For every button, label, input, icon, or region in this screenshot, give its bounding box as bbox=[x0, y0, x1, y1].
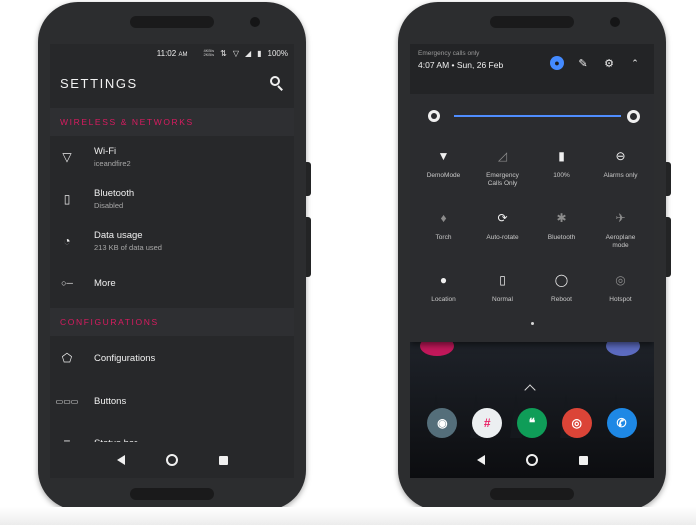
home-icon[interactable] bbox=[165, 454, 178, 466]
right-phone: Emergency calls only 4:07 AM • Sun, 26 F… bbox=[398, 2, 671, 510]
configurations-icon: ⬠ bbox=[61, 351, 73, 365]
net-speed-indicator: 4KB/s 2KB/s bbox=[203, 48, 215, 57]
tile-emergency[interactable]: ◿ Emergency Calls Only bbox=[473, 138, 532, 200]
tile-normal[interactable]: ▯ Normal bbox=[473, 262, 532, 324]
nav-bar bbox=[410, 442, 654, 478]
pref-buttons[interactable]: ▭▭▭ Buttons bbox=[50, 380, 294, 422]
brightness-icon bbox=[428, 110, 440, 122]
bottom-speaker bbox=[130, 488, 214, 500]
back-icon[interactable] bbox=[476, 455, 485, 465]
app-icon-peek-right bbox=[606, 342, 640, 356]
page-dot bbox=[530, 322, 534, 325]
hangouts-app-icon[interactable]: ❝ bbox=[516, 408, 547, 438]
wifi-icon: ▽ bbox=[62, 150, 72, 164]
battery-icon: ▮ bbox=[257, 48, 262, 58]
bottom-speaker bbox=[490, 488, 574, 500]
front-camera bbox=[610, 17, 620, 27]
power-button[interactable] bbox=[306, 162, 311, 196]
chevron-up-icon[interactable]: ⌃ bbox=[628, 56, 642, 70]
stage: 11:02 AM 4KB/s 2KB/s ⇅ ▽ ◢ ▮ 100% SETTIN… bbox=[0, 0, 696, 525]
wifi-icon: ▼ bbox=[437, 149, 450, 163]
tile-location[interactable]: ● Location bbox=[414, 262, 473, 324]
bluetooth-icon: ▯ bbox=[63, 192, 71, 206]
quick-settings-screen: Emergency calls only 4:07 AM • Sun, 26 F… bbox=[410, 44, 654, 478]
qs-tiles: ▼ DemoMode ◿ Emergency Calls Only ▮ 100% ⊖ A… bbox=[410, 138, 654, 324]
section-header-wireless: WIRELESS & NETWORKS bbox=[50, 108, 294, 136]
back-icon[interactable] bbox=[116, 455, 125, 465]
more-icon: ○─ bbox=[61, 278, 73, 288]
airplane-icon: ✈ bbox=[615, 211, 626, 225]
app-drawer-chevron-icon[interactable] bbox=[524, 384, 536, 396]
page-title: SETTINGS bbox=[60, 75, 138, 91]
bluetooth-icon: ✱ bbox=[556, 211, 567, 225]
app-bar: SETTINGS bbox=[50, 62, 294, 104]
quick-settings-panel: Emergency calls only 4:07 AM • Sun, 26 F… bbox=[410, 44, 654, 342]
pref-more[interactable]: ○─ More bbox=[50, 262, 294, 304]
pref-configurations[interactable]: ⬠ Configurations bbox=[50, 336, 294, 380]
slack-app-icon[interactable]: # bbox=[472, 408, 503, 438]
gear-icon[interactable]: ⚙ bbox=[602, 56, 616, 70]
battery-icon: ▮ bbox=[558, 149, 565, 163]
tile-battery[interactable]: ▮ 100% bbox=[532, 138, 591, 200]
power-icon: ◯ bbox=[554, 273, 569, 287]
status-time: 11:02 AM bbox=[156, 48, 188, 58]
brightness-thumb[interactable] bbox=[627, 109, 640, 123]
battery-percent: 100% bbox=[267, 48, 288, 58]
tile-aeroplane[interactable]: ✈ Aeroplane mode bbox=[591, 200, 650, 262]
left-phone: 11:02 AM 4KB/s 2KB/s ⇅ ▽ ◢ ▮ 100% SETTIN… bbox=[38, 2, 311, 510]
pref-wifi[interactable]: ▽ Wi-Fi iceandfire2 bbox=[50, 136, 294, 178]
pref-bluetooth[interactable]: ▯ Bluetooth Disabled bbox=[50, 178, 294, 220]
bottom-fade bbox=[0, 507, 696, 525]
phone-icon: ▯ bbox=[499, 273, 506, 287]
app-icon-peek-left bbox=[420, 342, 454, 356]
tile-demomode[interactable]: ▼ DemoMode bbox=[414, 138, 473, 200]
top-speaker bbox=[490, 16, 574, 28]
buttons-icon: ▭▭▭ bbox=[55, 396, 79, 406]
tile-hotspot[interactable]: ◎ Hotspot bbox=[591, 262, 650, 324]
power-button[interactable] bbox=[666, 162, 671, 196]
signal-off-icon: ◿ bbox=[497, 149, 508, 163]
edit-icon[interactable]: ✎ bbox=[576, 56, 590, 70]
tile-reboot[interactable]: ◯ Reboot bbox=[532, 262, 591, 324]
qs-actions: ● ✎ ⚙ ⌃ bbox=[550, 56, 642, 70]
tile-torch[interactable]: ♦ Torch bbox=[414, 200, 473, 262]
wifi-off-icon: ▽ bbox=[232, 48, 239, 58]
brightness-row bbox=[410, 94, 654, 138]
top-speaker bbox=[130, 16, 214, 28]
data-arrows-icon: ⇅ bbox=[220, 48, 227, 58]
hotspot-icon: ◎ bbox=[615, 273, 626, 287]
recents-icon[interactable] bbox=[578, 455, 588, 465]
nav-bar bbox=[50, 442, 294, 478]
recents-icon[interactable] bbox=[218, 455, 228, 465]
tile-auto-rotate[interactable]: ⟳ Auto-rotate bbox=[473, 200, 532, 262]
pref-data-usage[interactable]: ◔ Data usage 213 KB of data used bbox=[50, 220, 294, 262]
search-icon[interactable] bbox=[270, 76, 284, 91]
user-icon[interactable]: ● bbox=[550, 56, 564, 70]
data-usage-icon: ◔ bbox=[63, 234, 71, 248]
chrome-app-icon[interactable]: ◎ bbox=[561, 408, 592, 438]
section-header-configurations: CONFIGURATIONS bbox=[50, 308, 294, 336]
home-icon[interactable] bbox=[525, 454, 538, 466]
signal-icon: ◢ bbox=[244, 48, 252, 58]
front-camera bbox=[250, 17, 260, 27]
phone-app-icon[interactable]: ✆ bbox=[606, 408, 637, 438]
settings-screen: 11:02 AM 4KB/s 2KB/s ⇅ ▽ ◢ ▮ 100% SETTIN… bbox=[50, 44, 294, 478]
location-icon: ● bbox=[439, 273, 448, 287]
status-bar: 11:02 AM 4KB/s 2KB/s ⇅ ▽ ◢ ▮ 100% bbox=[50, 44, 294, 62]
rotate-icon: ⟳ bbox=[497, 211, 508, 225]
volume-button[interactable] bbox=[666, 217, 671, 277]
dnd-icon: ⊖ bbox=[615, 149, 626, 163]
camera-app-icon[interactable]: ◉ bbox=[427, 408, 458, 438]
tile-bluetooth[interactable]: ✱ Bluetooth bbox=[532, 200, 591, 262]
torch-icon: ♦ bbox=[440, 211, 447, 225]
tile-alarms-only[interactable]: ⊖ Alarms only bbox=[591, 138, 650, 200]
brightness-slider[interactable] bbox=[454, 115, 621, 117]
volume-button[interactable] bbox=[306, 217, 311, 277]
dock: ◉ # ❝ ◎ ✆ bbox=[410, 408, 654, 438]
qs-header: Emergency calls only 4:07 AM • Sun, 26 F… bbox=[410, 44, 654, 94]
